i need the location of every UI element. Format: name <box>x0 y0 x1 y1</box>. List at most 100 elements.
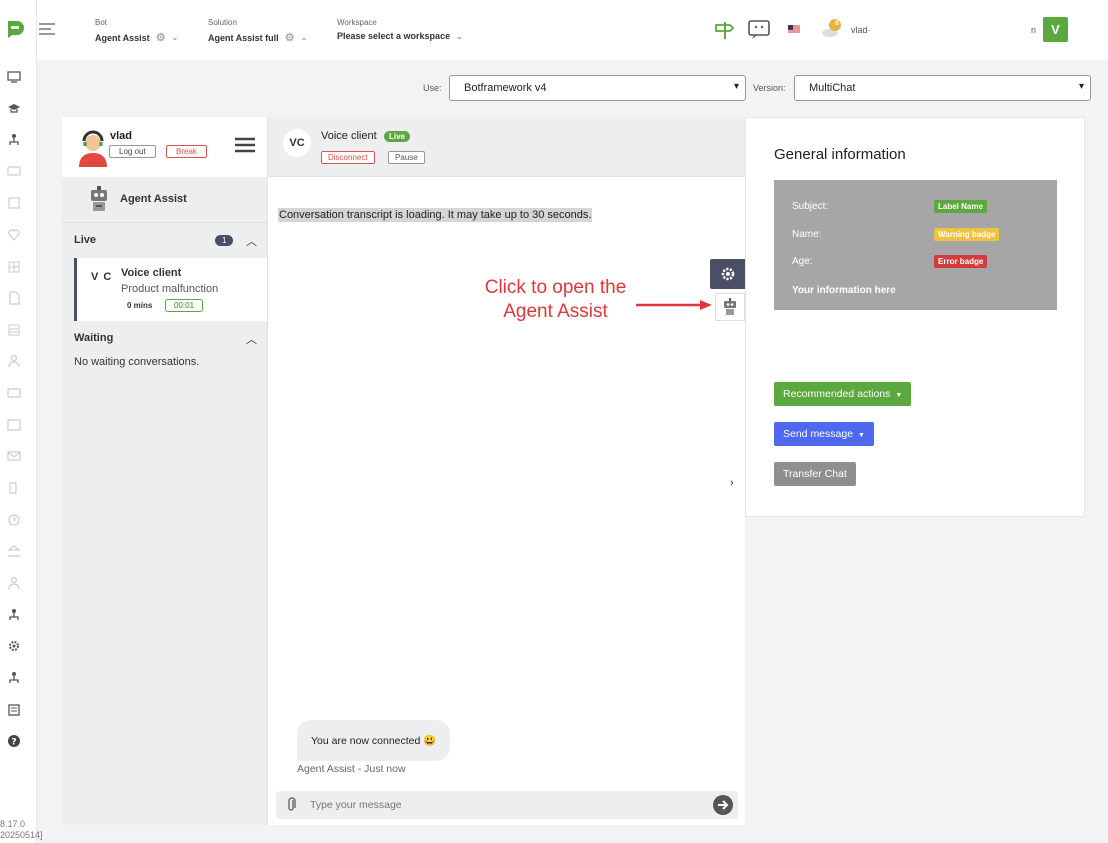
chevron-down-icon[interactable]: ⌄ <box>301 33 308 42</box>
workspace-selector[interactable]: Workspace Please select a workspace ⌄ <box>337 18 463 41</box>
mail-icon[interactable] <box>7 449 21 463</box>
transcript-loading-text: Conversation transcript is loading. It m… <box>278 208 593 222</box>
version-number: 8.17.0 <box>0 819 26 829</box>
info-label-subject: Subject: <box>792 201 829 212</box>
annotation-text: Click to open the Agent Assist <box>484 277 627 322</box>
send-message-label: Send message <box>783 428 854 440</box>
signpost-icon[interactable] <box>713 20 737 40</box>
svg-text:?: ? <box>11 738 16 748</box>
annotation-arrow-icon <box>636 300 712 310</box>
chat-message-meta: Agent Assist - Just now <box>297 763 406 775</box>
top-bar: Bot Agent Assist ⚙ ⌄ Solution Agent Assi… <box>37 0 1108 60</box>
chevron-up-icon[interactable]: ︿ <box>246 331 257 347</box>
bank-icon[interactable] <box>7 544 21 558</box>
chevron-down-icon[interactable]: ⌄ <box>172 33 179 42</box>
settings-icon[interactable]: ⚙ <box>156 31 166 44</box>
conversation-item[interactable]: V C Voice client Product malfunction 0 m… <box>74 258 267 321</box>
use-select-value: Botframework v4 <box>464 82 547 94</box>
image-icon[interactable] <box>7 418 21 432</box>
message-icon[interactable] <box>7 386 21 400</box>
send-icon[interactable] <box>712 794 734 816</box>
workspace-caption: Workspace <box>337 18 377 27</box>
gear-icon[interactable] <box>7 639 21 653</box>
chevron-right-icon[interactable]: › <box>730 477 734 489</box>
book-icon[interactable] <box>7 196 21 210</box>
use-label: Use: <box>423 83 442 93</box>
pause-button[interactable]: Pause <box>388 151 425 164</box>
logout-button[interactable]: Log out <box>109 145 156 158</box>
version-select[interactable]: MultiChat ▾ <box>794 75 1091 101</box>
version-select-value: MultiChat <box>809 82 856 94</box>
solution-value: Agent Assist full <box>208 32 279 43</box>
conversation-reason: Product malfunction <box>121 283 219 295</box>
menu-icon[interactable] <box>235 137 255 153</box>
agent-assist-label: Agent Assist <box>120 193 187 205</box>
grid-icon[interactable] <box>7 260 21 274</box>
hamburger-menu-icon[interactable] <box>39 22 55 36</box>
chat-header: VC Voice client Live Disconnect Pause <box>268 117 746 177</box>
user-name[interactable]: vlad· <box>851 25 871 35</box>
chat-message-bubble: You are now connected 😃 <box>297 720 451 761</box>
info-label-name: Name: <box>792 229 822 240</box>
waiting-section-header[interactable]: Waiting ︿ <box>62 325 267 351</box>
agent-name: vlad <box>110 130 133 142</box>
team-icon[interactable] <box>7 671 21 685</box>
heart-icon[interactable] <box>7 228 21 242</box>
graduation-cap-icon[interactable] <box>7 101 21 115</box>
label-name-badge: Label Name <box>934 200 987 213</box>
settings-icon[interactable]: ⚙ <box>285 31 295 44</box>
table-icon[interactable] <box>7 323 21 337</box>
robot-icon <box>91 186 107 211</box>
use-select[interactable]: Botframework v4 ▾ <box>449 75 746 101</box>
message-input[interactable] <box>310 795 700 815</box>
info-label-age: Age: <box>792 256 813 267</box>
settings-button[interactable] <box>710 259 745 289</box>
user-avatar[interactable]: V <box>1043 17 1068 42</box>
report-icon[interactable] <box>7 703 21 717</box>
person-icon[interactable] <box>7 576 21 590</box>
message-composer <box>276 791 738 819</box>
chat-icon[interactable] <box>7 165 21 179</box>
gear-icon <box>721 267 734 281</box>
hierarchy-icon[interactable] <box>7 608 21 622</box>
solution-selector[interactable]: Solution Agent Assist full ⚙ ⌄ <box>208 18 307 44</box>
transfer-chat-label: Transfer Chat <box>783 468 847 480</box>
files-icon[interactable] <box>7 481 21 495</box>
caret-down-icon: ▼ <box>895 392 903 399</box>
build-number: 20250514] <box>0 830 43 840</box>
chat-bot-icon[interactable] <box>748 20 770 40</box>
caret-down-icon: ▼ <box>858 432 865 439</box>
live-section-header[interactable]: Live 1 ︿ <box>62 227 267 253</box>
org-chart-icon[interactable] <box>7 133 21 147</box>
recommended-actions-button[interactable]: Recommended actions ▼ <box>774 382 912 406</box>
transfer-chat-button[interactable]: Transfer Chat <box>774 462 856 486</box>
send-message-button[interactable]: Send message ▼ <box>774 422 874 446</box>
agent-assist-button[interactable] <box>715 293 745 321</box>
bot-selector[interactable]: Bot Agent Assist ⚙ ⌄ <box>95 18 178 44</box>
agent-assist-item[interactable]: Agent Assist <box>62 177 267 223</box>
monitor-icon[interactable] <box>7 70 21 84</box>
bot-caption: Bot <box>95 18 108 27</box>
live-label: Live <box>74 234 97 246</box>
user-icon[interactable] <box>7 354 21 368</box>
general-information-panel: General information Subject: Label Name … <box>745 117 1085 517</box>
chevron-up-icon[interactable]: ︿ <box>246 233 257 249</box>
paperclip-icon[interactable] <box>284 797 298 813</box>
conversation-initials: V C <box>91 271 113 283</box>
us-flag-icon[interactable] <box>788 25 800 34</box>
live-count-badge: 1 <box>215 235 234 246</box>
chevron-down-icon[interactable]: ⌄ <box>456 32 463 41</box>
document-icon[interactable] <box>7 291 21 305</box>
solution-caption: Solution <box>208 18 237 27</box>
break-button[interactable]: Break <box>166 145 207 158</box>
coin-count: 0 <box>835 20 839 27</box>
conversation-timer: 00:01 <box>165 299 204 312</box>
clock-icon[interactable] <box>7 513 21 527</box>
disconnect-button[interactable]: Disconnect <box>321 151 375 164</box>
warning-badge: Warning badge <box>934 228 1000 241</box>
conversation-duration: 0 mins <box>127 301 153 310</box>
app-logo-icon[interactable] <box>4 18 26 40</box>
agent-avatar <box>79 130 107 167</box>
recommended-actions-label: Recommended actions <box>783 388 891 400</box>
help-icon[interactable]: ? <box>7 734 21 748</box>
